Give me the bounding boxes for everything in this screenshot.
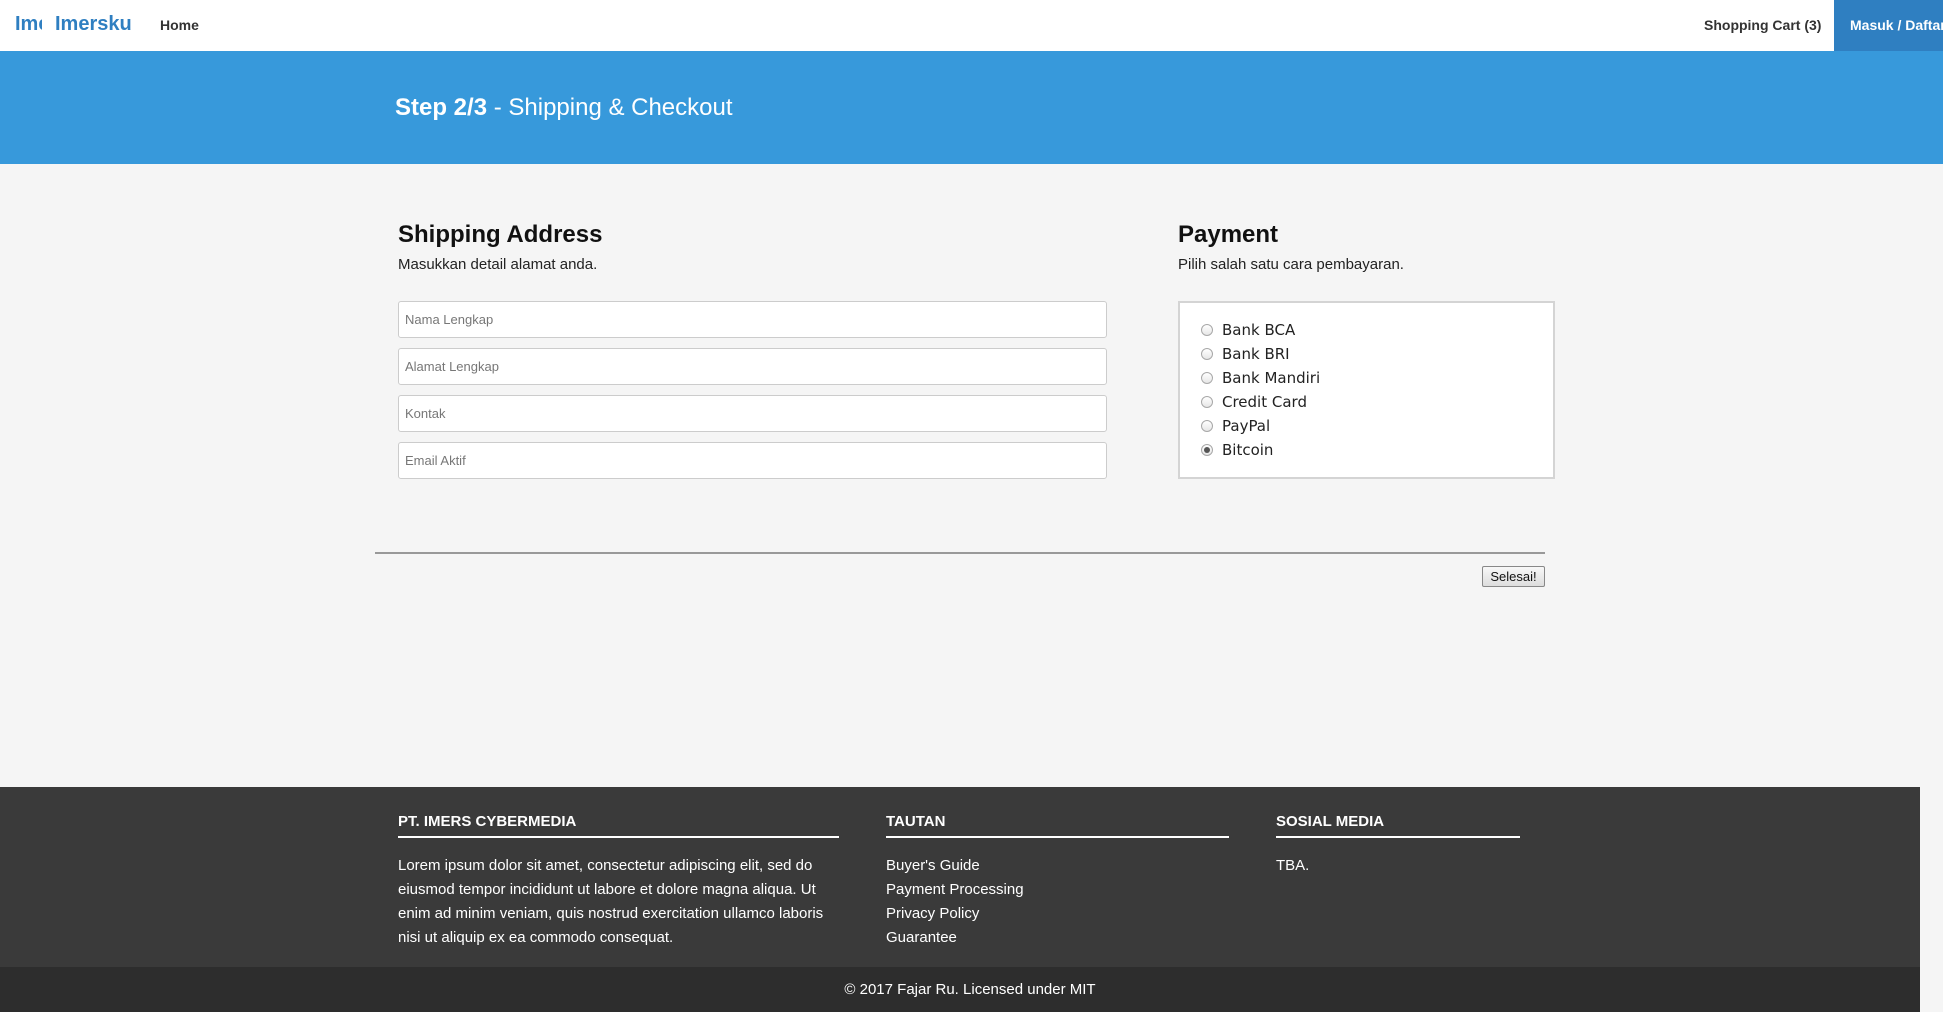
full-address-input[interactable] bbox=[398, 348, 1107, 385]
login-register-label: Masuk / Daftar bbox=[1850, 17, 1943, 33]
page-edge-strip bbox=[1920, 787, 1943, 1012]
nav-link-home[interactable]: Home bbox=[160, 17, 199, 33]
payment-options-box: Bank BCA Bank BRI Bank Mandiri Credit Ca… bbox=[1178, 301, 1555, 479]
shipping-address-heading: Shipping Address bbox=[398, 221, 603, 248]
brand-name[interactable]: Imersku bbox=[55, 13, 132, 36]
payment-option-label: Bank BCA bbox=[1222, 321, 1296, 339]
payment-option-label: PayPal bbox=[1222, 417, 1271, 435]
payment-option-paypal[interactable]: PayPal bbox=[1201, 416, 1270, 436]
payment-option-bank-bca[interactable]: Bank BCA bbox=[1201, 320, 1295, 340]
nav-link-shopping-cart[interactable]: Shopping Cart (3) bbox=[1704, 17, 1821, 33]
payment-subtitle: Pilih salah satu cara pembayaran. bbox=[1178, 256, 1404, 273]
footer-link-buyers-guide[interactable]: Buyer's Guide bbox=[886, 854, 1024, 878]
footer-company-description: Lorem ipsum dolor sit amet, consectetur … bbox=[398, 857, 824, 946]
navbar: Imersku Imersku Home Shopping Cart (3) M… bbox=[0, 0, 1943, 52]
footer-company-title: PT. IMERS CYBERMEDIA bbox=[398, 813, 839, 838]
full-name-input[interactable] bbox=[398, 301, 1107, 338]
radio-button[interactable] bbox=[1201, 420, 1213, 432]
payment-option-label: Bank Mandiri bbox=[1222, 369, 1321, 387]
payment-option-label: Bank BRI bbox=[1222, 345, 1290, 363]
brand-logo[interactable]: Imersku bbox=[15, 13, 42, 36]
payment-option-bank-bri[interactable]: Bank BRI bbox=[1201, 344, 1290, 364]
radio-button[interactable] bbox=[1201, 324, 1213, 336]
copyright-bar: © 2017 Fajar Ru. Licensed under MIT bbox=[0, 967, 1920, 1012]
login-register-button[interactable]: Masuk / Daftar bbox=[1834, 0, 1943, 51]
footer-link-guarantee[interactable]: Guarantee bbox=[886, 926, 1024, 950]
payment-heading: Payment bbox=[1178, 221, 1279, 248]
radio-button[interactable] bbox=[1201, 372, 1213, 384]
radio-button-selected[interactable] bbox=[1201, 444, 1213, 456]
footer-social-text: TBA. bbox=[1276, 857, 1310, 874]
footer-links-title: TAUTAN bbox=[886, 813, 1229, 838]
footer-links-list: Buyer's Guide Payment Processing Privacy… bbox=[886, 854, 1024, 950]
finish-button[interactable]: Selesai! bbox=[1482, 566, 1545, 587]
contact-input[interactable] bbox=[398, 395, 1107, 432]
payment-option-bitcoin[interactable]: Bitcoin bbox=[1201, 440, 1273, 460]
payment-option-credit-card[interactable]: Credit Card bbox=[1201, 392, 1307, 412]
copyright-text: © 2017 Fajar Ru. Licensed under MIT bbox=[844, 981, 1096, 998]
checkout-step-banner: Step 2/3 - Shipping & Checkout bbox=[0, 51, 1943, 164]
footer-link-privacy-policy[interactable]: Privacy Policy bbox=[886, 902, 1024, 926]
footer-social-title: SOSIAL MEDIA bbox=[1276, 813, 1520, 838]
radio-button[interactable] bbox=[1201, 396, 1213, 408]
step-indicator: Step 2/3 bbox=[395, 94, 488, 121]
payment-option-bank-mandiri[interactable]: Bank Mandiri bbox=[1201, 368, 1320, 388]
email-input[interactable] bbox=[398, 442, 1107, 479]
shipping-address-subtitle: Masukkan detail alamat anda. bbox=[398, 256, 598, 273]
footer-link-payment-processing[interactable]: Payment Processing bbox=[886, 878, 1024, 902]
page-title: Step 2/3 - Shipping & Checkout bbox=[395, 94, 733, 122]
payment-option-label: Bitcoin bbox=[1222, 441, 1274, 459]
section-divider bbox=[375, 552, 1545, 554]
step-title: - Shipping & Checkout bbox=[487, 94, 733, 121]
payment-option-label: Credit Card bbox=[1222, 393, 1307, 411]
radio-button[interactable] bbox=[1201, 348, 1213, 360]
footer: PT. IMERS CYBERMEDIA Lorem ipsum dolor s… bbox=[0, 787, 1920, 967]
